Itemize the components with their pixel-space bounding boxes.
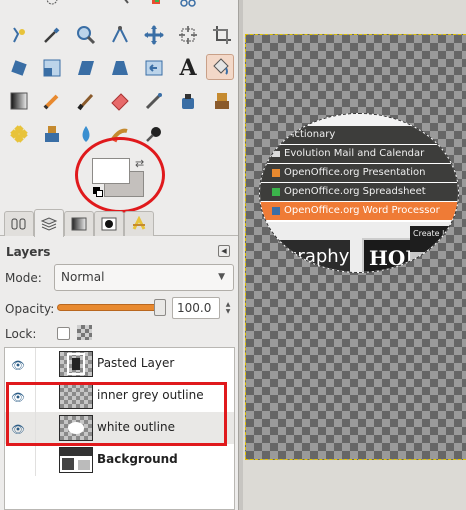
layer-chain-toggle[interactable]	[35, 348, 55, 380]
presentation-icon	[272, 169, 280, 177]
align-icon[interactable]	[174, 22, 202, 48]
shear-icon[interactable]	[72, 55, 100, 81]
flip-icon[interactable]	[140, 55, 168, 81]
foreground-select-icon[interactable]	[142, 0, 170, 14]
airbrush-icon[interactable]	[140, 88, 168, 114]
menu-item: Dictionary	[260, 126, 458, 144]
annotation-circle	[75, 137, 165, 213]
tab-gradients[interactable]	[64, 211, 94, 236]
perspective-clone-icon[interactable]	[38, 121, 66, 147]
crop-icon[interactable]	[208, 22, 236, 48]
move-icon[interactable]	[140, 22, 168, 48]
lock-alpha-icon[interactable]	[77, 325, 92, 340]
dock-tabs	[0, 207, 238, 237]
panel-title: Layers	[6, 245, 51, 259]
lock-pixels-checkbox[interactable]	[57, 327, 70, 340]
rotate-icon[interactable]	[5, 55, 33, 81]
tab-patterns[interactable]	[124, 211, 154, 236]
layer-row[interactable]: 👁 Pasted Layer	[5, 348, 234, 380]
zoom-icon[interactable]	[72, 22, 100, 48]
dictionary-icon	[272, 131, 280, 139]
lock-label: Lock:	[5, 327, 37, 341]
tab-tool-options[interactable]	[4, 211, 34, 236]
perspective-icon[interactable]	[106, 55, 134, 81]
blend-icon[interactable]	[5, 88, 33, 114]
fuzzy-select-icon[interactable]	[38, 0, 66, 14]
heal-icon[interactable]	[5, 121, 33, 147]
layer-thumbnail	[59, 447, 93, 473]
opacity-input[interactable]: 100.0	[172, 297, 220, 319]
tab-layers[interactable]	[34, 209, 64, 237]
layer-name: Pasted Layer	[97, 356, 175, 370]
word-processor-icon	[272, 207, 280, 215]
menu-item: OpenOffice.org Presentation	[260, 164, 458, 182]
layer-name: Background	[97, 452, 178, 466]
tooltip: Create letter	[410, 226, 458, 252]
circular-selection-preview: Dictionary Evolution Mail and Calendar O…	[259, 113, 459, 273]
scissors-select-icon[interactable]	[110, 0, 138, 14]
dropdown-arrow-icon: ▼	[218, 272, 225, 282]
free-select-icon[interactable]	[6, 0, 34, 14]
spreadsheet-icon	[272, 188, 280, 196]
eraser-icon[interactable]	[106, 88, 134, 114]
preview-text-hol: HOL	[362, 238, 412, 272]
bucket-fill-icon[interactable]	[206, 54, 234, 80]
pencil-icon[interactable]	[38, 88, 66, 114]
toolbox-panel: A ⇄ Layers ◀ Mode: Normal ▼ Opacity: 100…	[0, 0, 238, 510]
select-by-color-icon[interactable]	[5, 22, 33, 48]
layer-thumbnail	[59, 351, 93, 377]
evolution-icon	[272, 151, 280, 157]
opacity-slider[interactable]	[57, 304, 165, 311]
menu-item: Evolution Mail and Calendar	[260, 145, 458, 163]
text-icon[interactable]: A	[174, 55, 202, 81]
panel-menu-button[interactable]: ◀	[218, 245, 230, 257]
opacity-label: Opacity:	[5, 302, 55, 316]
layer-chain-toggle[interactable]	[35, 444, 55, 476]
layer-row[interactable]: Background	[5, 444, 234, 476]
ink-icon[interactable]	[174, 88, 202, 114]
opacity-slider-handle[interactable]	[154, 299, 166, 316]
menu-item: OpenOffice.org Spreadsheet	[260, 183, 458, 201]
paths-icon[interactable]	[174, 0, 202, 14]
preview-text-graphy: graphy	[280, 240, 350, 272]
menu-item-highlighted: OpenOffice.org Word Processor	[260, 202, 458, 220]
mode-value: Normal	[61, 270, 105, 284]
color-picker-icon[interactable]	[38, 22, 66, 48]
scale-icon[interactable]	[38, 55, 66, 81]
paintbrush-icon[interactable]	[72, 88, 100, 114]
visibility-eye-icon[interactable]: 👁	[11, 359, 25, 372]
tab-brushes[interactable]	[94, 211, 124, 236]
opacity-spinner[interactable]: ▲ ▼	[222, 297, 234, 319]
mode-dropdown[interactable]: Normal ▼	[54, 264, 234, 291]
annotation-box	[6, 382, 227, 446]
clone-icon[interactable]	[208, 88, 236, 114]
measure-icon[interactable]	[106, 22, 134, 48]
mode-label: Mode:	[5, 271, 42, 285]
